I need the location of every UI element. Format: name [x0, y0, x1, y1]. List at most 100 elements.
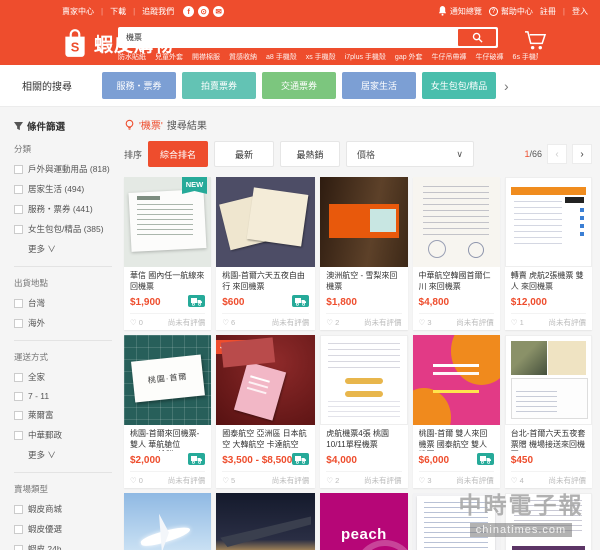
- filter-checkbox-row[interactable]: 蝦皮優選: [14, 523, 112, 535]
- chevron-right-icon[interactable]: ›: [504, 79, 509, 93]
- checkbox[interactable]: [14, 204, 23, 214]
- cart-button[interactable]: [524, 30, 547, 56]
- filter-checkbox-row[interactable]: 7 - 11: [14, 391, 112, 401]
- product-card[interactable]: [412, 493, 500, 550]
- show-more-link[interactable]: 更多 ∨: [28, 449, 112, 461]
- filter-checkbox-row[interactable]: 蝦皮 24h: [14, 543, 112, 550]
- next-page-button[interactable]: ›: [572, 144, 592, 164]
- sort-option-button[interactable]: 綜合排名: [148, 141, 209, 167]
- product-title: 華信 國內任一航線來回機票: [130, 271, 205, 291]
- instagram-icon[interactable]: ⊙: [198, 5, 210, 17]
- bell-icon: [438, 6, 447, 16]
- topbar-link[interactable]: 賣家中心: [62, 6, 94, 17]
- checkbox[interactable]: [14, 372, 23, 382]
- checkbox[interactable]: [14, 430, 23, 440]
- filter-option-label: 戶外與運動用品 (818): [28, 164, 110, 174]
- hot-keyword[interactable]: 牛仔吊帶褲: [432, 52, 467, 62]
- topbar-link[interactable]: 下載: [110, 6, 126, 17]
- product-likes[interactable]: ♡ 0: [130, 476, 143, 485]
- checkbox[interactable]: [14, 318, 23, 328]
- filter-checkbox-row[interactable]: 海外: [14, 317, 112, 329]
- filter-checkbox-row[interactable]: 戶外與運動用品 (818): [14, 163, 112, 175]
- filter-header: 條件篩選: [14, 119, 112, 133]
- product-card[interactable]: [504, 493, 592, 550]
- sort-option-button[interactable]: 最熱銷: [280, 141, 341, 167]
- filter-checkbox-row[interactable]: 蝦皮商城: [14, 503, 112, 515]
- facebook-icon[interactable]: f: [183, 5, 195, 17]
- hot-keyword[interactable]: 質感收納: [229, 52, 257, 62]
- product-image-text: 桃園·首爾: [147, 371, 188, 385]
- product-card[interactable]: ✓ 嚴選賣家 國泰航空 亞洲區 日本航空 大韓航空 卡達航空 $3,500 - $8,…: [216, 335, 316, 488]
- product-likes[interactable]: ♡ 4: [511, 476, 524, 485]
- product-likes[interactable]: ♡ 0: [130, 318, 143, 327]
- product-card[interactable]: 台北-首爾六天五夜套票贈 機場接送來回機票 $450 ♡ 4 尚未有評價: [504, 335, 592, 488]
- related-category-button[interactable]: 拍賣票券: [182, 72, 256, 99]
- product-card[interactable]: 澳洲航空 - 雪梨來回機票 $1,800 ♡ 2 尚未有評價: [320, 177, 408, 330]
- product-likes[interactable]: ♡ 3: [419, 318, 432, 327]
- line-icon[interactable]: ✉: [213, 5, 225, 17]
- checkbox[interactable]: [14, 224, 23, 234]
- hot-keyword[interactable]: 兒童外套: [155, 52, 183, 62]
- product-price-row: $1,800: [326, 296, 401, 309]
- checkbox[interactable]: [14, 164, 23, 174]
- related-category-button[interactable]: 居家生活: [342, 72, 416, 99]
- hot-keyword[interactable]: gap 外套: [395, 52, 423, 62]
- product-likes[interactable]: ♡ 5: [222, 476, 235, 485]
- image-decoration: [250, 375, 270, 383]
- filter-checkbox-row[interactable]: 萊爾富: [14, 409, 112, 421]
- hot-keyword[interactable]: 牛仔破褲: [476, 52, 504, 62]
- filter-checkbox-row[interactable]: 中華郵政: [14, 429, 112, 441]
- signup-link[interactable]: 註冊: [540, 6, 556, 17]
- product-card[interactable]: 中華航空韓國首爾仁川 來回機票 $4,800 ♡ 3 尚未有評價: [412, 177, 500, 330]
- filter-checkbox-row[interactable]: 居家生活 (494): [14, 183, 112, 195]
- login-link[interactable]: 登入: [572, 6, 588, 17]
- product-card[interactable]: 虎航機票4張 桃園 10/11單程機票 $4,000 ♡ 2 尚未有評價: [320, 335, 408, 488]
- checkbox[interactable]: [14, 410, 23, 420]
- free-shipping-truck-icon: [188, 294, 206, 312]
- product-image: [412, 493, 500, 550]
- section-divider: [14, 340, 112, 341]
- related-category-button[interactable]: 交通票券: [262, 72, 336, 99]
- product-likes[interactable]: ♡ 2: [326, 476, 339, 485]
- product-likes[interactable]: ♡ 3: [419, 476, 432, 485]
- checkbox[interactable]: [14, 184, 23, 194]
- product-card-body: 桃園-首爾六天五夜自由行 來回機票 $600 ♡ 6 尚未有評價: [216, 267, 315, 330]
- product-card[interactable]: 桃園-首爾 雙人來回機票 國泰航空 雙人機票 2 $6,000 ♡ 3 尚未有評價: [412, 335, 500, 488]
- filter-checkbox-row[interactable]: 服務・票券 (441): [14, 203, 112, 215]
- search-input[interactable]: [126, 33, 458, 42]
- related-category-button[interactable]: 服務・票券: [102, 72, 176, 99]
- product-likes[interactable]: ♡ 6: [222, 318, 235, 327]
- checkbox[interactable]: [14, 524, 23, 534]
- hot-keyword[interactable]: 開襟棉服: [192, 52, 220, 62]
- checkbox[interactable]: [14, 298, 23, 308]
- sort-option-button[interactable]: 最新: [214, 141, 275, 167]
- notifications-link[interactable]: 通知總覽: [438, 6, 482, 17]
- hot-keyword[interactable]: a8 手機殼: [266, 52, 297, 62]
- checkbox[interactable]: [14, 504, 23, 514]
- product-likes[interactable]: ♡ 2: [326, 318, 339, 327]
- filter-checkbox-row[interactable]: 女生包包/精品 (385): [14, 223, 112, 235]
- hot-keyword[interactable]: i7plus 手機殼: [345, 52, 386, 62]
- product-likes[interactable]: ♡ 1: [511, 318, 524, 327]
- product-card[interactable]: peach: [320, 493, 408, 550]
- checkbox[interactable]: [14, 544, 23, 550]
- search-button[interactable]: [458, 29, 496, 46]
- filter-checkbox-row[interactable]: 全家: [14, 371, 112, 383]
- topbar-link[interactable]: 追蹤我們: [142, 6, 174, 17]
- product-card[interactable]: NEW 華信 國內任一航線來回機票 $1,900 ♡ 0 尚未有評價: [124, 177, 212, 330]
- product-card[interactable]: [124, 493, 212, 550]
- checkbox[interactable]: [14, 391, 23, 401]
- help-link[interactable]: ? 幫助中心: [488, 6, 533, 17]
- hot-keyword[interactable]: xs 手機殼: [306, 52, 336, 62]
- product-card[interactable]: 桃園·首爾桃園-首爾來回機票-雙人 華航艙位 StudioA搶購 $2,000 ♡ …: [124, 335, 212, 488]
- related-category-button[interactable]: 女生包包/精品: [422, 72, 496, 99]
- product-card[interactable]: [216, 493, 316, 550]
- filter-checkbox-row[interactable]: 台灣: [14, 297, 112, 309]
- product-card[interactable]: 轉賣 虎航2張機票 雙人 來回機票 $12,000 ♡ 1 尚未有評價: [504, 177, 592, 330]
- hot-keyword[interactable]: 防水貼紙: [118, 52, 146, 62]
- product-card-footer: ♡ 0 尚未有評價: [130, 313, 206, 327]
- prev-page-button[interactable]: ‹: [547, 144, 567, 164]
- product-card[interactable]: 桃園-首爾六天五夜自由行 來回機票 $600 ♡ 6 尚未有評價: [216, 177, 316, 330]
- show-more-link[interactable]: 更多 ∨: [28, 243, 112, 255]
- price-sort-dropdown[interactable]: 價格 ∨: [346, 141, 475, 167]
